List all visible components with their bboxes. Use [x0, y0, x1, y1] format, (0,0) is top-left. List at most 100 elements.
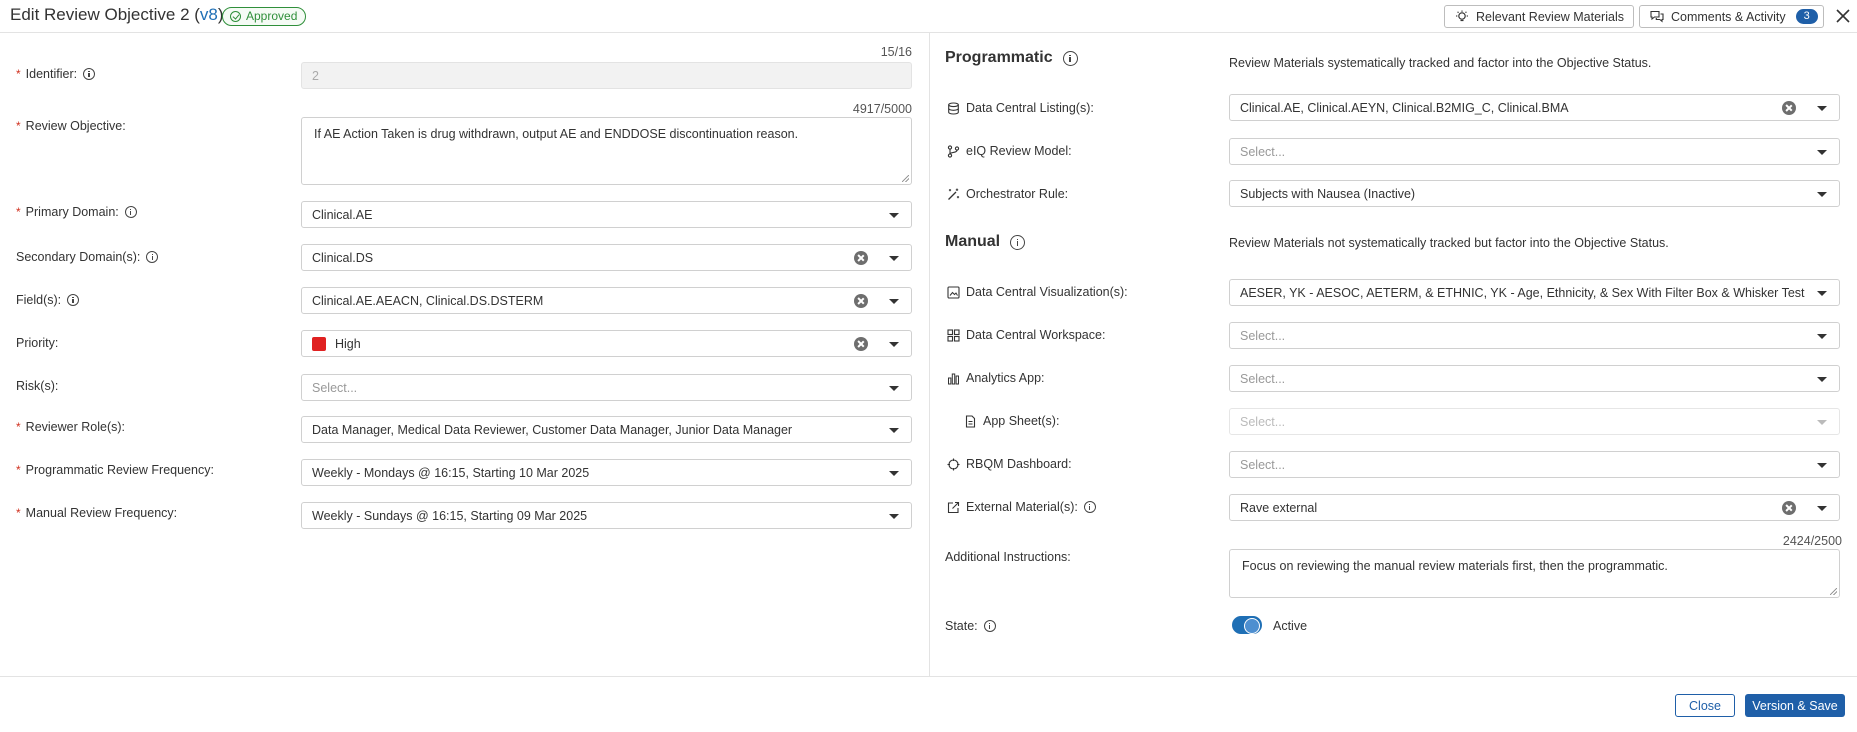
workspace-label: Data Central Workspace: [947, 328, 1105, 342]
bar-chart-icon [948, 373, 960, 384]
chevron-down-icon[interactable] [1817, 334, 1827, 339]
clear-icon[interactable] [1782, 501, 1796, 515]
chevron-down-icon[interactable] [889, 213, 899, 218]
chevron-down-icon[interactable] [1817, 106, 1827, 111]
info-icon[interactable] [83, 68, 96, 80]
clear-icon[interactable] [854, 294, 868, 308]
programmatic-section-title: Programmatic [945, 49, 1078, 67]
chevron-down-icon[interactable] [1817, 150, 1827, 155]
programmatic-description: Review Materials systematically tracked … [1229, 56, 1652, 70]
app-sheets-label: App Sheet(s): [964, 414, 1059, 428]
state-label: State: [945, 619, 996, 633]
status-badge-label: Approved [246, 9, 298, 23]
chevron-down-icon[interactable] [889, 299, 899, 304]
additional-instructions-textarea[interactable]: Focus on reviewing the manual review mat… [1229, 549, 1840, 598]
dashboard-icon [947, 458, 960, 470]
external-link-icon [947, 501, 960, 513]
relevant-review-materials-button[interactable]: Relevant Review Materials [1444, 5, 1634, 28]
lightbulb-icon [1456, 10, 1468, 21]
priority-label: Priority: [16, 336, 59, 350]
chevron-down-icon[interactable] [889, 471, 899, 476]
primary-domain-label: * Primary Domain: [16, 205, 137, 219]
info-icon[interactable] [1062, 50, 1078, 66]
primary-domain-select[interactable]: Clinical.AE [301, 201, 912, 228]
comments-icon [1650, 10, 1664, 23]
chevron-down-icon[interactable] [1817, 377, 1827, 382]
chevron-down-icon[interactable] [889, 386, 899, 391]
title-prefix: Edit Review Objective 2 ( [10, 5, 200, 24]
review-objective-counter: 4917/5000 [852, 102, 912, 116]
chevron-down-icon[interactable] [1817, 192, 1827, 197]
review-objective-textarea[interactable]: If AE Action Taken is drug withdrawn, ou… [301, 117, 912, 185]
branch-icon [947, 144, 960, 158]
state-toggle[interactable] [1232, 616, 1262, 634]
chevron-down-icon[interactable] [1817, 291, 1827, 296]
secondary-domains-select[interactable]: Clinical.DS [301, 244, 912, 271]
info-icon[interactable] [124, 206, 137, 218]
sheet-icon [965, 414, 976, 428]
listings-select[interactable]: Clinical.AE, Clinical.AEYN, Clinical.B2M… [1229, 94, 1840, 121]
check-circle-icon [230, 11, 241, 22]
info-icon[interactable] [983, 620, 996, 632]
risks-label: Risk(s): [16, 379, 59, 393]
chevron-down-icon[interactable] [1817, 463, 1827, 468]
eiq-model-label: eIQ Review Model: [947, 144, 1072, 158]
comments-activity-label: Comments & Activity [1671, 9, 1786, 24]
fields-select[interactable]: Clinical.AE.AEACN, Clinical.DS.DSTERM [301, 287, 912, 314]
info-icon[interactable] [67, 294, 80, 306]
priority-select[interactable]: High [301, 330, 912, 357]
reviewer-roles-select[interactable]: Data Manager, Medical Data Reviewer, Cus… [301, 416, 912, 443]
analytics-app-select[interactable]: Select... [1229, 365, 1840, 392]
eiq-model-select[interactable]: Select... [1229, 138, 1840, 165]
chevron-down-icon[interactable] [889, 256, 899, 261]
clear-icon[interactable] [854, 251, 868, 265]
chevron-down-icon[interactable] [889, 342, 899, 347]
comments-count-badge: 3 [1795, 9, 1818, 24]
version-link[interactable]: v8 [200, 5, 218, 24]
info-icon[interactable] [1083, 501, 1096, 513]
manual-frequency-label: * Manual Review Frequency: [16, 506, 178, 520]
clear-icon[interactable] [1782, 101, 1796, 115]
status-badge: Approved [222, 7, 307, 26]
review-objective-label: * Review Objective: [16, 119, 126, 133]
column-divider [929, 33, 930, 676]
workspace-icon [947, 328, 960, 342]
secondary-domains-label: Secondary Domain(s): [16, 250, 159, 264]
clear-icon[interactable] [854, 337, 868, 351]
state-value: Active [1273, 619, 1308, 633]
manual-frequency-select[interactable]: Weekly - Sundays @ 16:15, Starting 09 Ma… [301, 502, 912, 529]
identifier-input: 2 [301, 62, 912, 89]
modal-header: Edit Review Objective 2 (v8) Approved Re… [0, 0, 1857, 33]
visualizations-label: Data Central Visualization(s): [947, 285, 1128, 299]
info-icon[interactable] [146, 251, 159, 263]
app-sheets-select: Select... [1229, 408, 1840, 435]
version-save-button[interactable]: Version & Save [1745, 694, 1845, 717]
resize-grip[interactable] [1830, 588, 1837, 595]
workspace-select[interactable]: Select... [1229, 322, 1840, 349]
rbqm-dashboard-label: RBQM Dashboard: [947, 457, 1072, 471]
priority-color-swatch [312, 336, 326, 351]
page-title: Edit Review Objective 2 (v8) [10, 5, 224, 25]
identifier-label: * Identifier: [16, 67, 96, 81]
additional-instructions-label: Additional Instructions: [945, 550, 1071, 564]
relevant-review-materials-label: Relevant Review Materials [1476, 9, 1624, 24]
chevron-down-icon[interactable] [1817, 506, 1827, 511]
info-icon[interactable] [1010, 234, 1026, 250]
close-button[interactable]: Close [1675, 694, 1735, 717]
chevron-down-icon [1817, 420, 1827, 425]
programmatic-frequency-select[interactable]: Weekly - Mondays @ 16:15, Starting 10 Ma… [301, 459, 912, 486]
orchestrator-rule-select[interactable]: Subjects with Nausea (Inactive) [1229, 180, 1840, 207]
database-icon [948, 101, 959, 115]
fields-label: Field(s): [16, 293, 80, 307]
visualizations-select[interactable]: AESER, YK - AESOC, AETERM, & ETHNIC, YK … [1229, 279, 1840, 306]
comments-activity-button[interactable]: Comments & Activity 3 [1639, 5, 1824, 28]
listings-label: Data Central Listing(s): [947, 101, 1094, 115]
manual-description: Review Materials not systematically trac… [1229, 236, 1669, 250]
rbqm-dashboard-select[interactable]: Select... [1229, 451, 1840, 478]
risks-select[interactable]: Select... [301, 374, 912, 401]
resize-grip[interactable] [902, 175, 909, 182]
close-icon[interactable] [1835, 8, 1851, 24]
chevron-down-icon[interactable] [889, 514, 899, 519]
external-materials-select[interactable]: Rave external [1229, 494, 1840, 521]
chevron-down-icon[interactable] [889, 428, 899, 433]
